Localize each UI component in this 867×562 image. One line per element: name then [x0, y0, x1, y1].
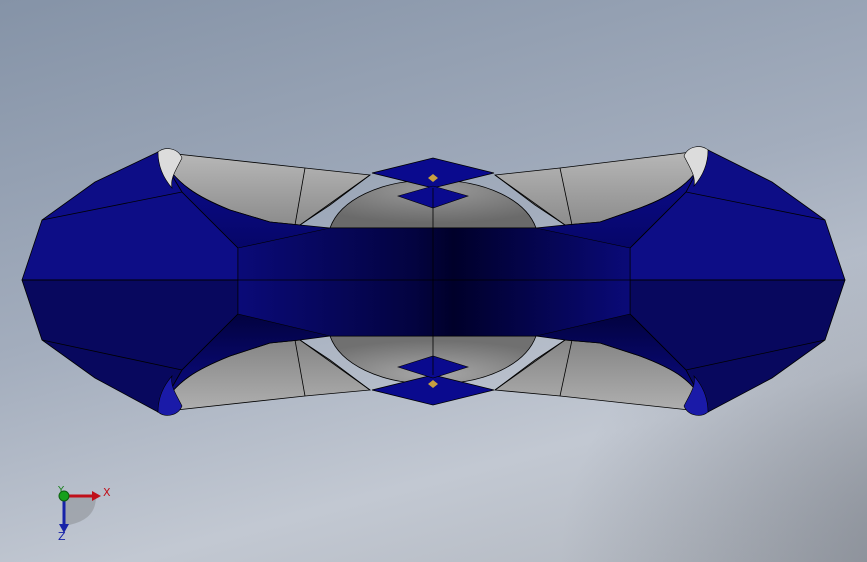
reference-triad[interactable] [48, 482, 108, 542]
top-diamond-notch [371, 157, 495, 189]
part-model[interactable] [0, 0, 867, 562]
graphics-viewport[interactable]: X Y Z [0, 0, 867, 562]
z-axis-label: Z [58, 530, 66, 543]
x-axis-label: X [103, 486, 111, 499]
center-band-inner [237, 227, 631, 337]
x-axis-arrow [92, 491, 101, 501]
triad-shadow [64, 496, 96, 526]
y-axis-label: Y [58, 485, 65, 496]
